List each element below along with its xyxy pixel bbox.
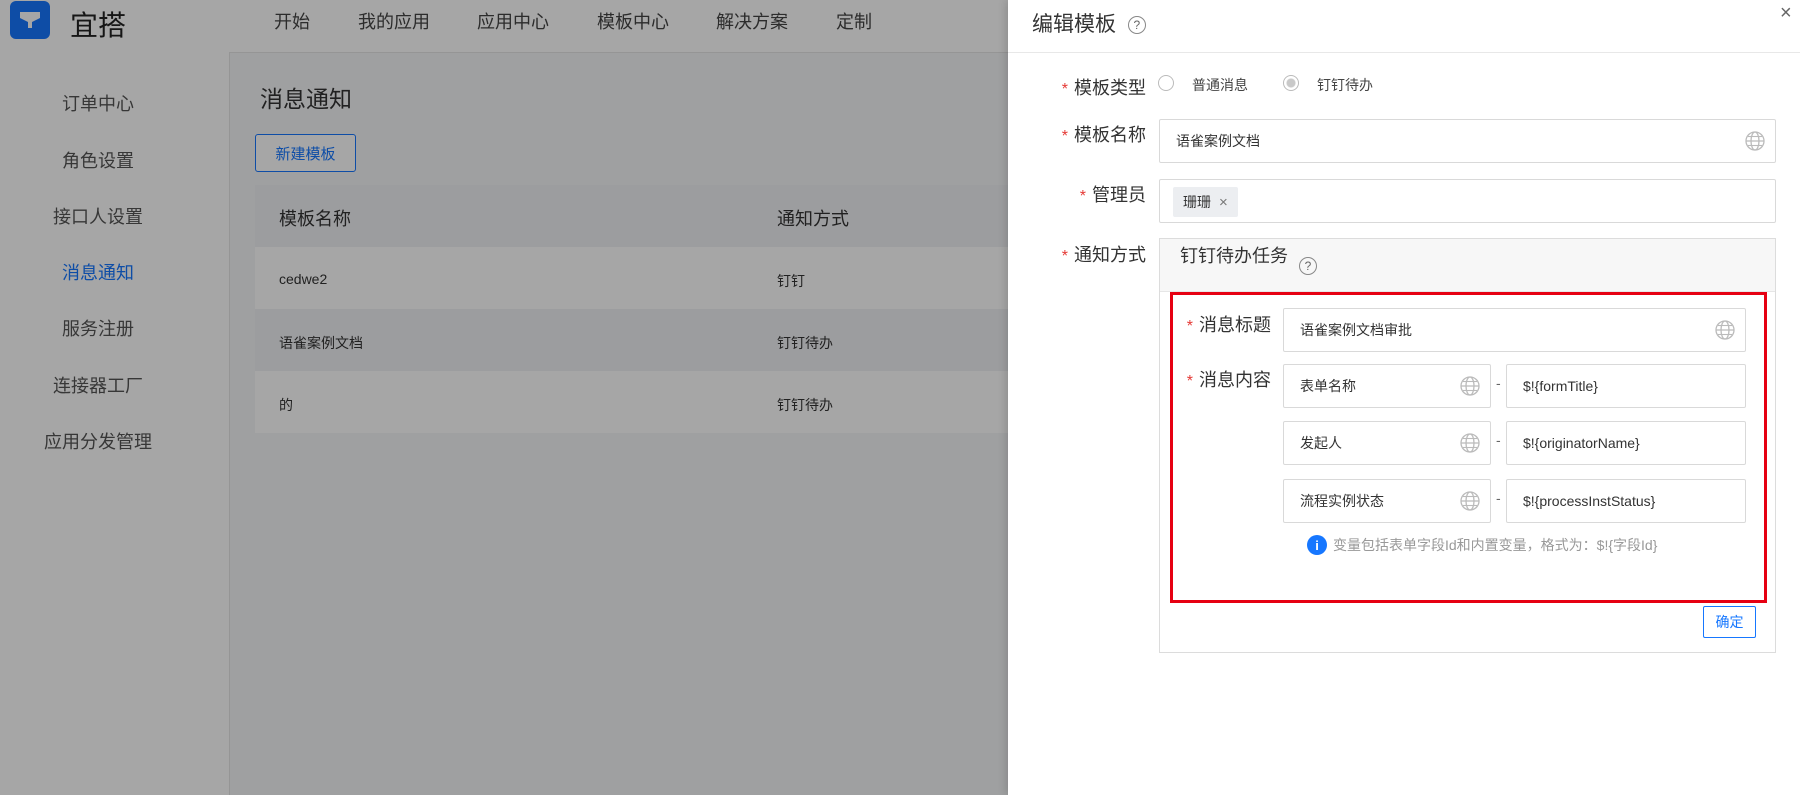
notify-panel-title: 钉钉待办任务 — [1180, 246, 1288, 266]
remove-tag-icon[interactable]: × — [1219, 194, 1228, 211]
required-marker: * — [1061, 128, 1068, 145]
template-type-label-text: 模板类型 — [1074, 78, 1146, 98]
template-name-label: * 模板名称 — [1040, 121, 1146, 147]
required-marker: * — [1061, 81, 1068, 98]
globe-icon[interactable] — [1745, 131, 1765, 151]
help-icon[interactable]: ? — [1299, 257, 1318, 275]
required-marker: * — [1079, 188, 1086, 205]
radio-normal-message[interactable] — [1158, 75, 1174, 91]
notify-panel-title-row: 钉钉待办任务 ? — [1180, 242, 1318, 275]
help-icon[interactable]: ? — [1127, 16, 1146, 34]
radio-dingtalk-todo[interactable] — [1283, 75, 1299, 91]
admin-tag-label: 珊珊 — [1183, 194, 1211, 210]
admin-tag: 珊珊 × — [1173, 187, 1238, 217]
drawer-title: 编辑模板 — [1032, 13, 1116, 36]
template-type-label: * 模板类型 — [1040, 74, 1146, 100]
confirm-button[interactable]: 确定 — [1703, 606, 1756, 638]
required-marker: * — [1061, 248, 1068, 265]
divider — [1008, 52, 1800, 53]
template-name-value: 语雀案例文档 — [1176, 133, 1260, 149]
admin-label-text: 管理员 — [1092, 185, 1146, 205]
admin-label: * 管理员 — [1040, 181, 1146, 207]
close-icon[interactable]: × — [1780, 2, 1792, 25]
admin-input[interactable] — [1159, 179, 1776, 223]
template-name-label-text: 模板名称 — [1074, 125, 1146, 145]
drawer-title-row: 编辑模板 ? — [1032, 8, 1146, 38]
modal-overlay[interactable] — [0, 0, 1008, 795]
radio-normal-message-label[interactable]: 普通消息 — [1192, 75, 1248, 95]
notify-method-label-text: 通知方式 — [1074, 245, 1146, 265]
template-name-input[interactable]: 语雀案例文档 — [1159, 119, 1776, 163]
highlight-box — [1170, 292, 1767, 603]
notify-method-label: * 通知方式 — [1040, 241, 1146, 267]
radio-dingtalk-todo-label[interactable]: 钉钉待办 — [1317, 75, 1373, 95]
